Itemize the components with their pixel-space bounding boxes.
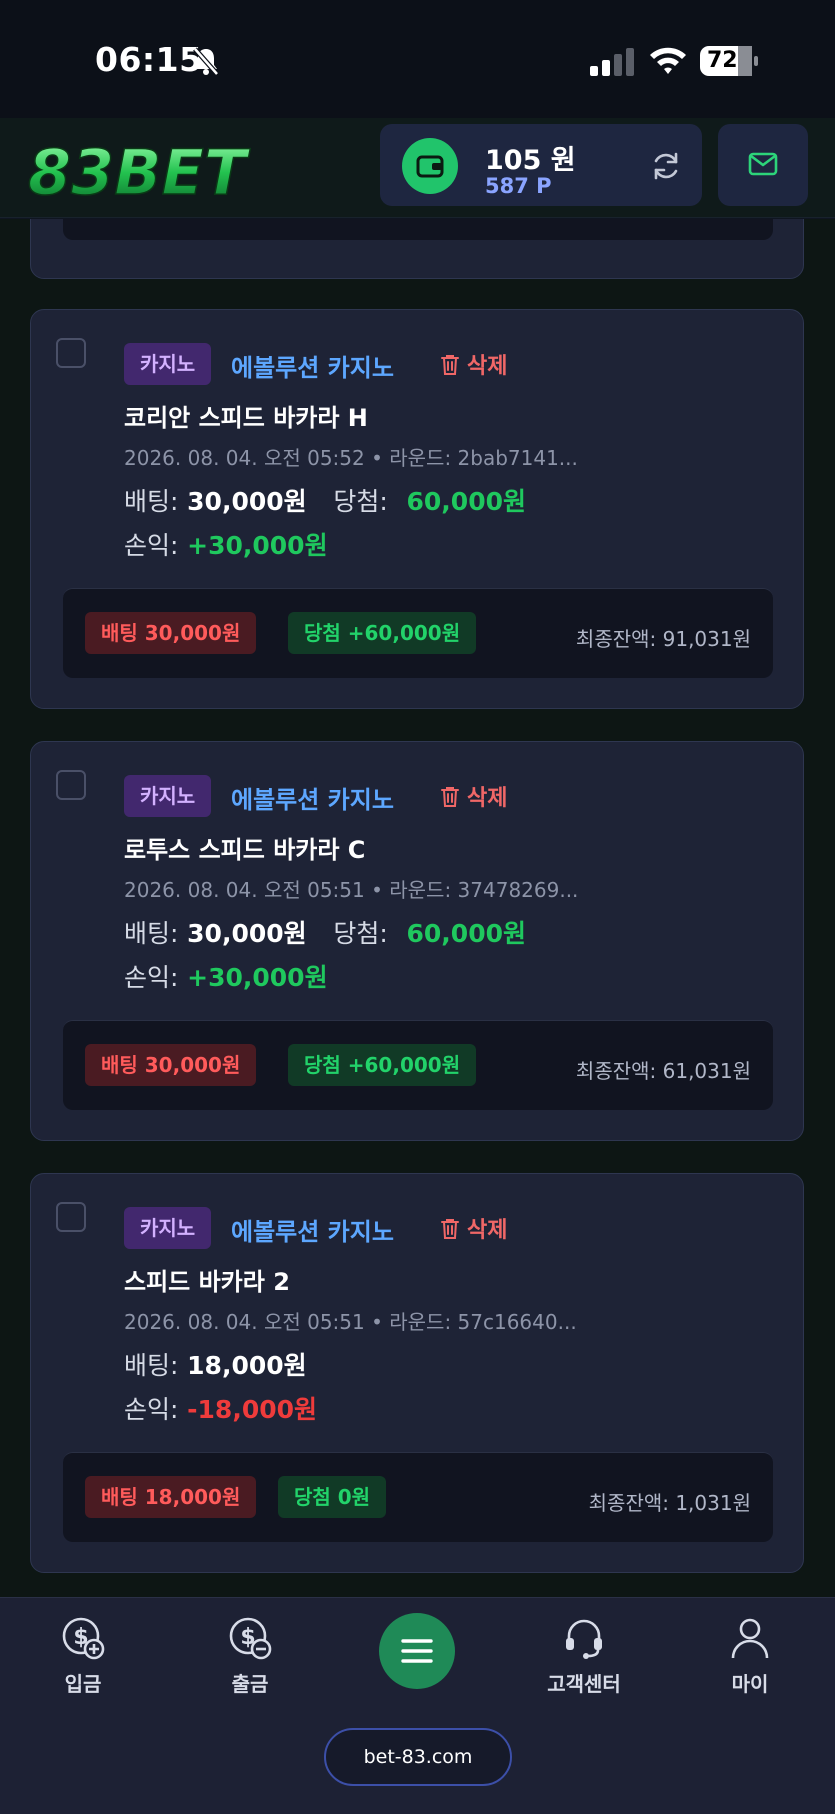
nav-my[interactable]: 마이	[690, 1616, 810, 1697]
bet-meta: 2026. 08. 04. 오전 05:51 • 라운드: 37478269..…	[124, 878, 579, 902]
wallet-balance: 105 원	[485, 145, 576, 176]
profit-loss: 손익: -18,000원	[124, 1390, 317, 1426]
profit-loss: 손익: +30,000원	[124, 526, 328, 562]
bet-amount: 30,000원	[187, 919, 307, 948]
select-checkbox[interactable]	[56, 1202, 86, 1232]
bet-meta: 2026. 08. 04. 오전 05:52 • 라운드: 2bab7141..…	[124, 446, 578, 470]
refresh-icon[interactable]	[650, 150, 682, 182]
summary-bar	[63, 219, 773, 240]
withdraw-icon: $	[229, 1617, 272, 1660]
deposit-icon: $	[62, 1617, 105, 1660]
bet-amount: 30,000원	[187, 487, 307, 516]
nav-deposit[interactable]: $ 입금	[23, 1616, 143, 1697]
category-tag: 카지노	[124, 343, 212, 385]
bet-amounts: 배팅: 30,000원 당첨: 60,000원	[124, 482, 526, 518]
win-chip: 당첨 0원	[278, 1476, 387, 1518]
wallet-points: 587 P	[485, 174, 552, 198]
site-url-pill[interactable]: bet-83.com	[324, 1728, 512, 1786]
game-name: 스피드 바카라 2	[124, 1268, 290, 1296]
final-balance: 최종잔액: 1,031원	[588, 1491, 751, 1515]
nav-support[interactable]: 고객센터	[524, 1616, 644, 1697]
status-time: 06:15	[95, 40, 203, 79]
headset-icon	[566, 1619, 602, 1659]
bet-label: 배팅:	[124, 919, 179, 948]
bet-chip: 배팅 30,000원	[85, 1044, 257, 1086]
pl-amount: -18,000원	[187, 1395, 318, 1424]
pl-label: 손익:	[124, 963, 179, 992]
brand-logo[interactable]: 83BET	[28, 132, 298, 206]
bottom-nav: $ 입금 $ 출금 고객센터 마이 bet-83.com	[0, 1597, 835, 1814]
bet-meta: 2026. 08. 04. 오전 05:51 • 라운드: 57c16640..…	[124, 1310, 577, 1334]
trash-icon	[441, 1219, 459, 1239]
menu-button[interactable]	[379, 1613, 455, 1689]
category-tag: 카지노	[124, 1207, 212, 1249]
game-name: 코리안 스피드 바카라 H	[124, 404, 368, 432]
user-icon	[731, 1618, 769, 1659]
win-label: 당첨:	[333, 487, 388, 516]
bet-chip: 배팅 18,000원	[85, 1476, 257, 1518]
win-label: 당첨:	[333, 919, 388, 948]
nav-withdraw[interactable]: $ 출금	[190, 1616, 310, 1697]
bet-amounts: 배팅: 30,000원 당첨: 60,000원	[124, 914, 526, 950]
game-name: 로투스 스피드 바카라 C	[124, 836, 366, 864]
summary-bar: 배팅 30,000원 당첨 +60,000원 최종잔액: 91,031원	[63, 588, 773, 678]
bet-card: 카지노 에볼루션 카지노 삭제 코리안 스피드 바카라 H 2026. 08. …	[30, 309, 804, 709]
cellular-signal-icon	[590, 48, 634, 76]
app-header: 83BET 105 원 587 P	[0, 118, 835, 218]
svg-text:83BET: 83BET	[28, 136, 251, 206]
select-checkbox[interactable]	[56, 338, 86, 368]
nav-withdraw-label: 출금	[231, 1672, 269, 1696]
menu-icon	[401, 1639, 433, 1663]
bet-label: 배팅:	[124, 487, 179, 516]
bet-chip: 배팅 30,000원	[85, 612, 257, 654]
delete-button[interactable]: 삭제	[441, 1212, 507, 1244]
delete-button[interactable]: 삭제	[441, 348, 507, 380]
final-balance: 최종잔액: 61,031원	[575, 1059, 751, 1083]
bet-card: 카지노 에볼루션 카지노 삭제 로투스 스피드 바카라 C 2026. 08. …	[30, 741, 804, 1141]
wifi-icon	[650, 47, 686, 74]
mail-icon	[748, 152, 778, 176]
wallet-icon	[402, 138, 458, 194]
nav-support-label: 고객센터	[547, 1672, 621, 1696]
pl-label: 손익:	[124, 531, 179, 560]
win-chip: 당첨 +60,000원	[288, 1044, 477, 1086]
bet-history-list[interactable]: 카지노 에볼루션 카지노 삭제 코리안 스피드 바카라 H 2026. 08. …	[0, 219, 835, 1597]
trash-icon	[441, 787, 459, 807]
bet-amounts: 배팅: 18,000원	[124, 1346, 307, 1382]
nav-my-label: 마이	[731, 1672, 769, 1696]
trash-icon	[441, 355, 459, 375]
pl-amount: +30,000원	[187, 963, 328, 992]
battery-level: 72	[707, 48, 738, 73]
profit-loss: 손익: +30,000원	[124, 958, 328, 994]
mail-button[interactable]	[718, 124, 808, 206]
final-balance: 최종잔액: 91,031원	[575, 627, 751, 651]
summary-bar: 배팅 18,000원 당첨 0원 최종잔액: 1,031원	[63, 1452, 773, 1542]
wallet-panel[interactable]: 105 원 587 P	[380, 124, 702, 206]
pl-label: 손익:	[124, 1395, 179, 1424]
delete-label: 삭제	[467, 354, 508, 379]
delete-label: 삭제	[467, 786, 508, 811]
provider-name: 에볼루션 카지노	[231, 354, 394, 382]
provider-name: 에볼루션 카지노	[231, 786, 394, 814]
select-checkbox[interactable]	[56, 770, 86, 800]
bet-label: 배팅:	[124, 1351, 179, 1380]
category-tag: 카지노	[124, 775, 212, 817]
status-bar: 06:15 72	[0, 0, 835, 118]
win-amount: 60,000원	[406, 487, 526, 516]
delete-button[interactable]: 삭제	[441, 780, 507, 812]
win-chip: 당첨 +60,000원	[288, 612, 477, 654]
nav-deposit-label: 입금	[64, 1672, 102, 1696]
provider-name: 에볼루션 카지노	[231, 1218, 394, 1246]
delete-label: 삭제	[467, 1218, 508, 1243]
summary-bar: 배팅 30,000원 당첨 +60,000원 최종잔액: 61,031원	[63, 1020, 773, 1110]
bet-card: 카지노 에볼루션 카지노 삭제 스피드 바카라 2 2026. 08. 04. …	[30, 1173, 804, 1573]
pl-amount: +30,000원	[187, 531, 328, 560]
win-amount: 60,000원	[406, 919, 526, 948]
bet-card-partial	[30, 219, 804, 279]
bet-amount: 18,000원	[187, 1351, 307, 1380]
bell-muted-icon	[193, 47, 219, 76]
